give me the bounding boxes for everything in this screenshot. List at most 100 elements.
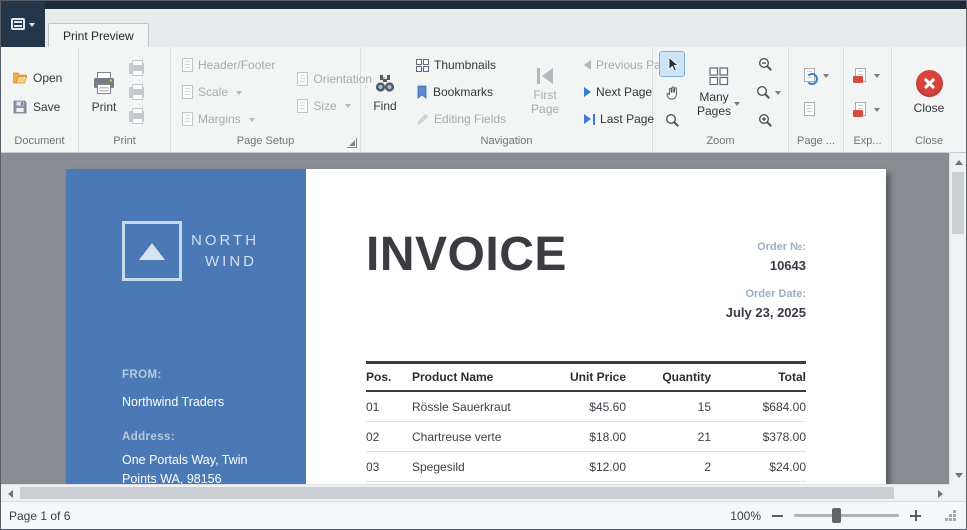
group-close: Close Close [892,47,966,152]
group-page: Page ... [789,47,844,152]
first-page-icon [537,67,553,84]
close-label: Close [913,100,945,115]
zoom-out-small-button[interactable] [771,509,784,522]
print-options-icon[interactable] [129,59,144,76]
resize-grip[interactable] [944,509,958,523]
magnifier-plus-icon [758,113,772,127]
zoom-slider[interactable] [794,508,899,523]
th-total: Total [778,370,806,384]
arrow-left-icon [4,489,13,498]
export-document-button[interactable] [851,66,884,84]
logo-line1: NORTH [191,232,260,249]
from-value: Northwind Traders [122,395,225,409]
horizontal-scroll-thumb[interactable] [20,487,894,499]
header-footer-button[interactable]: Header/Footer [178,56,279,74]
bookmarks-button[interactable]: Bookmarks [412,83,510,101]
scrollbar-corner [949,484,966,501]
next-page-icon [584,87,592,97]
print-dialog-icon[interactable] [129,107,144,124]
magnifier-tool-button[interactable] [660,108,684,132]
save-floppy-icon [13,100,27,113]
scroll-up-button[interactable] [950,153,966,170]
open-button[interactable]: Open [8,68,66,88]
page-background-button[interactable] [800,66,833,85]
cell-quantity: 15 [697,399,711,414]
scale-button[interactable]: Scale [178,83,279,101]
vertical-scroll-thumb[interactable] [952,172,964,234]
magnifier-minus-icon [758,57,772,71]
margins-button[interactable]: Margins [178,110,279,128]
find-button[interactable]: Find [368,69,402,115]
send-document-button[interactable] [851,100,884,118]
scale-icon [182,85,193,99]
cell-product: Chartreuse verte [412,429,502,444]
arrow-up-icon [954,156,963,165]
last-page-label: Last Page [600,112,655,126]
horizontal-scrollbar[interactable] [1,484,949,501]
scroll-down-button[interactable] [950,467,966,484]
first-page-button[interactable]: First Page [520,66,570,119]
cell-unit-price: $18.00 [589,429,626,444]
watermark-button[interactable] [800,100,833,118]
preview-area[interactable]: NORTH WIND FROM: Northwind Traders Addre… [1,153,949,484]
th-product: Product Name [412,370,494,384]
pointer-tool-button[interactable] [659,51,685,77]
close-button[interactable]: Close [909,68,950,117]
many-pages-button[interactable]: Many Pages [692,65,745,120]
dialog-launcher-icon[interactable] [347,138,357,148]
cell-unit-price: $45.60 [589,399,626,414]
save-button[interactable]: Save [8,97,66,117]
save-label: Save [33,99,61,114]
many-pages-icon [708,66,728,85]
hand-tool-button[interactable] [660,80,684,104]
group-zoom: Many Pages Zoom [653,47,789,152]
zoom-in-small-button[interactable] [909,509,922,522]
page-setup-caption-label: Page Setup [236,135,295,147]
cell-pos: 03 [366,459,380,474]
zoom-slider-thumb[interactable] [832,508,841,523]
group-caption-close: Close [914,135,944,147]
order-date-label: Order Date: [745,288,806,300]
address-line1: One Portals Way, Twin [122,453,248,467]
chevron-down-icon [874,107,880,115]
group-print: Print Print [79,47,171,152]
thumbnails-icon [416,58,429,72]
open-folder-icon [13,72,28,83]
pencil-icon [417,113,428,125]
next-page-label: Next Page [596,85,653,99]
invoice-table: Pos. Product Name Unit Price Quantity To… [366,361,806,482]
cell-product: Rössle Sauerkraut [412,399,511,414]
editing-fields-button[interactable]: Editing Fields [412,110,510,128]
find-label: Find [373,99,397,113]
zoom-factor-button[interactable] [753,80,783,104]
titlebar-strip [1,1,966,9]
zoom-out-button[interactable] [753,52,777,76]
invoice-body: INVOICE Order №: 10643 Order Date: July … [306,169,886,484]
print-button[interactable]: Print [86,68,122,116]
group-caption-export: Exp... [853,135,882,147]
size-icon [297,98,309,113]
header-footer-icon [182,58,193,72]
scale-label: Scale [198,85,229,99]
group-export: Exp... [844,47,892,152]
vertical-scrollbar[interactable] [949,153,966,484]
last-page-icon [584,113,596,125]
group-caption-print: Print [113,135,136,147]
tab-print-preview[interactable]: Print Preview [48,23,149,47]
previous-page-icon [584,60,592,70]
export-file-icon [853,68,866,83]
page-refresh-icon [803,68,818,85]
close-icon [915,69,943,97]
app-menu-button[interactable] [1,1,45,47]
group-caption-page-setup: Page Setup [171,133,360,152]
scroll-left-button[interactable] [1,485,18,502]
thumbnails-button[interactable]: Thumbnails [412,56,510,74]
group-caption-zoom: Zoom [706,135,735,147]
scroll-right-button[interactable] [932,485,949,502]
zoom-in-button[interactable] [753,108,777,132]
quick-print-icon[interactable] [129,83,144,100]
cell-quantity: 21 [697,429,711,444]
group-navigation: Find Thumbnails Bookmarks Editing Fields [361,47,674,152]
ribbon: Open Save Document Print Print Header/Fo… [1,47,966,153]
cell-total: $24.00 [769,459,806,474]
